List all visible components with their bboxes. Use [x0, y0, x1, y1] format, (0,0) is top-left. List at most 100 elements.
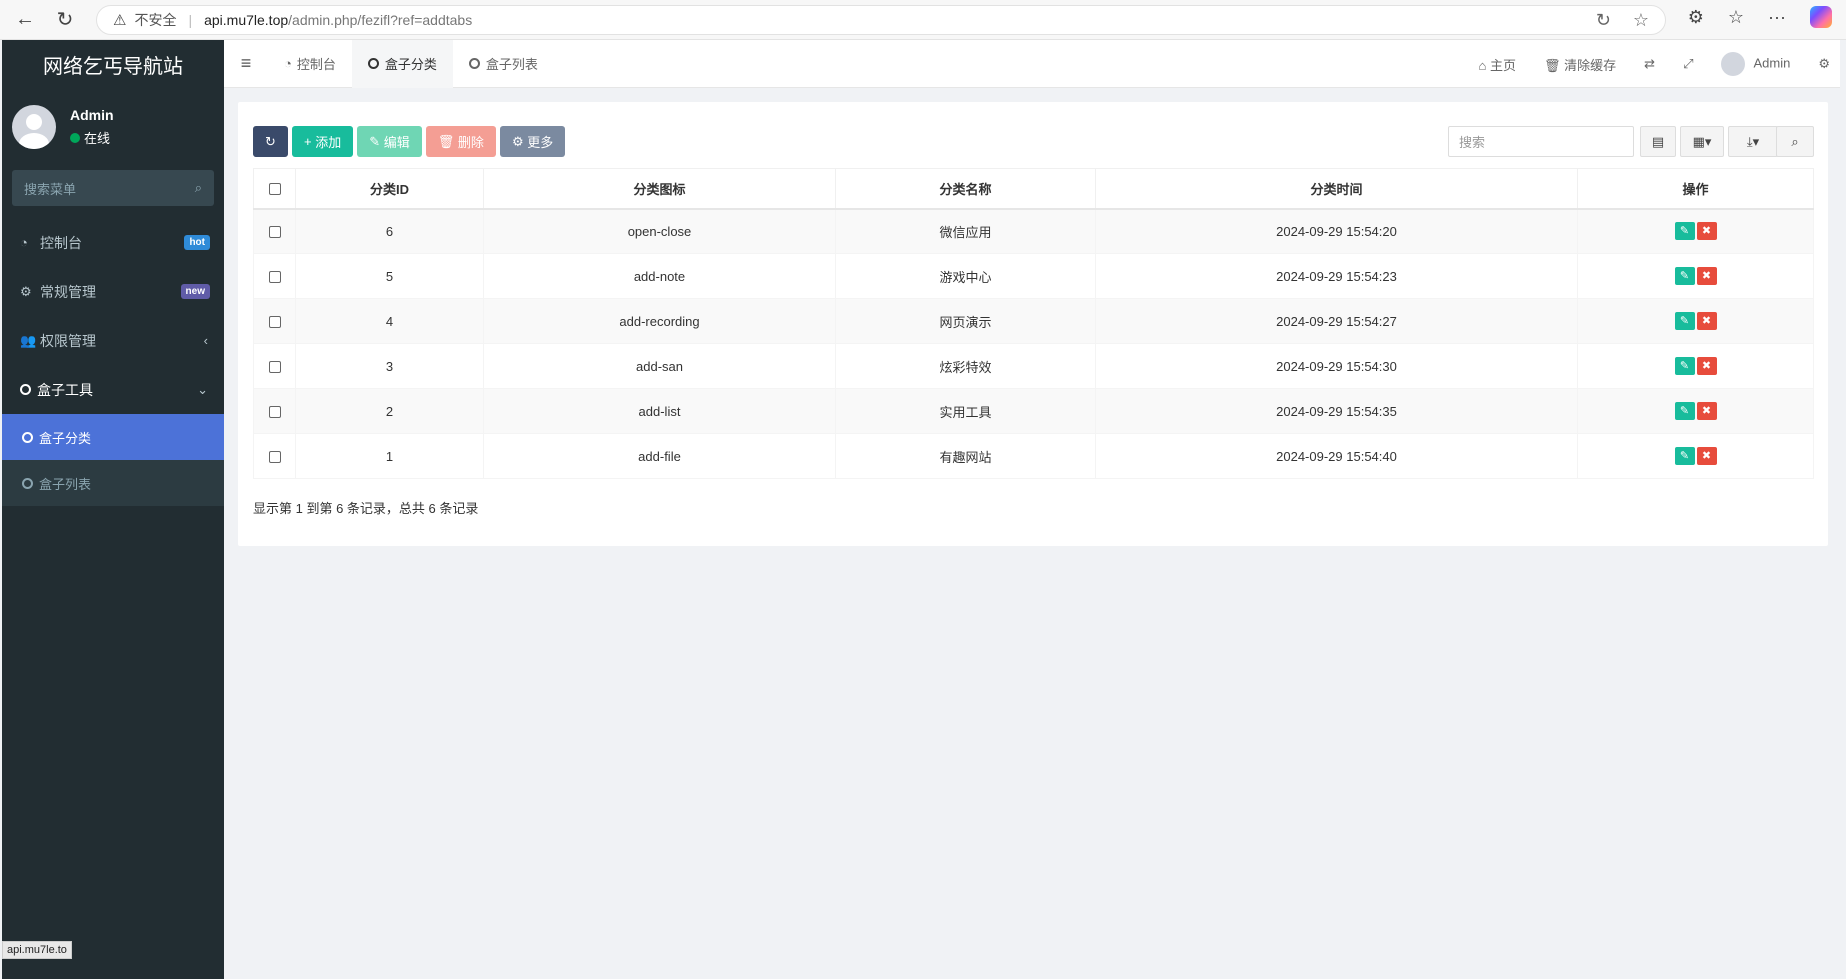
- row-checkbox[interactable]: [268, 271, 281, 284]
- copilot-icon[interactable]: [1810, 6, 1832, 28]
- row-edit-button[interactable]: ✎: [1674, 447, 1695, 465]
- cell-time: 2024-09-29 15:54:20: [1095, 208, 1578, 254]
- search-icon[interactable]: ⌕: [195, 180, 202, 196]
- row-delete-button[interactable]: ✖: [1696, 267, 1717, 285]
- row-edit-button[interactable]: ✎: [1674, 312, 1695, 330]
- table-row[interactable]: 4 add-recording 网页演示 2024-09-29 15:54:27 ✎ ✖: [253, 298, 1814, 344]
- cell-icon: open-close: [483, 208, 836, 254]
- add-button[interactable]: + 添加: [292, 126, 354, 157]
- table-row[interactable]: 2 add-list 实用工具 2024-09-29 15:54:35 ✎ ✖: [253, 388, 1814, 434]
- more-icon[interactable]: ···: [1768, 7, 1786, 28]
- row-edit-button[interactable]: ✎: [1674, 402, 1695, 420]
- row-checkbox[interactable]: [268, 451, 281, 464]
- tab-dashboard[interactable]: ◔ 控制台: [268, 40, 352, 88]
- row-delete-button[interactable]: ✖: [1696, 447, 1717, 465]
- trash-icon: ✖: [1701, 360, 1712, 372]
- export-button[interactable]: ⤓▾: [1728, 126, 1778, 157]
- sidebar-item-dashboard[interactable]: ◔ 控制台 hot: [2, 218, 224, 267]
- sidebar-menu: ◔ 控制台 hot ⚙ 常规管理 new 👥 权限管理 ‹ 盒子工具 ⌄ 盒子分…: [2, 218, 224, 506]
- table-row[interactable]: 3 add-san 炫彩特效 2024-09-29 15:54:30 ✎ ✖: [253, 343, 1814, 389]
- refresh-button[interactable]: ↻: [253, 126, 288, 157]
- online-dot-icon: [70, 132, 80, 143]
- admin-menu[interactable]: Admin: [1721, 52, 1790, 76]
- menu-search-input[interactable]: 搜索菜单 ⌕: [12, 170, 214, 206]
- chevron-down-icon: ⌄: [197, 381, 208, 397]
- pencil-icon: ✎: [369, 133, 381, 149]
- sidebar-item-box-tools[interactable]: 盒子工具 ⌄: [2, 365, 224, 414]
- dashboard-icon: ◔: [284, 56, 292, 71]
- cogs-icon: ⚙: [20, 283, 32, 299]
- refresh-icon: ↻: [265, 133, 276, 149]
- favorites-icon[interactable]: ☆: [1728, 7, 1744, 28]
- sidebar-item-permissions[interactable]: 👥 权限管理 ‹: [2, 316, 224, 365]
- sidebar-item-box-category[interactable]: 盒子分类: [2, 414, 224, 460]
- insecure-label: 不安全: [134, 12, 177, 28]
- user-name: Admin: [70, 107, 114, 123]
- avatar: [12, 105, 56, 149]
- gear-icon: ⚙: [511, 133, 524, 149]
- table-row[interactable]: 1 add-file 有趣网站 2024-09-29 15:54:40 ✎ ✖: [253, 433, 1814, 479]
- cell-name: 有趣网站: [835, 433, 1096, 479]
- tab-box-list[interactable]: 盒子列表: [453, 40, 554, 88]
- cell-actions: ✎ ✖: [1577, 208, 1814, 254]
- table-row[interactable]: 5 add-note 游戏中心 2024-09-29 15:54:23 ✎ ✖: [253, 253, 1814, 299]
- column-header[interactable]: 分类时间: [1095, 168, 1578, 210]
- row-delete-button[interactable]: ✖: [1696, 222, 1717, 241]
- refresh-icon[interactable]: ↻: [50, 5, 80, 35]
- tab-label: 盒子分类: [384, 57, 437, 72]
- row-checkbox[interactable]: [268, 406, 281, 419]
- table-row[interactable]: 6 open-close 微信应用 2024-09-29 15:54:20 ✎ ✖: [253, 208, 1814, 254]
- row-edit-button[interactable]: ✎: [1674, 267, 1695, 285]
- select-all-checkbox[interactable]: [268, 183, 281, 196]
- pencil-icon: ✎: [1679, 405, 1690, 417]
- status-bar-url: api.mu7le.to: [2, 941, 72, 959]
- trash-icon: ✖: [1701, 405, 1712, 417]
- sidebar-item-box-list[interactable]: 盒子列表: [2, 460, 224, 506]
- row-checkbox[interactable]: [268, 361, 281, 374]
- cell-id: 4: [295, 298, 484, 344]
- new-badge: new: [180, 284, 210, 299]
- settings-gear-icon[interactable]: ⚙: [1818, 56, 1830, 72]
- row-delete-button[interactable]: ✖: [1696, 402, 1717, 420]
- cell-actions: ✎ ✖: [1577, 433, 1814, 479]
- user-status-label: 在线: [84, 131, 111, 146]
- row-edit-button[interactable]: ✎: [1674, 357, 1695, 375]
- home-link[interactable]: ⌂ 主页: [1479, 55, 1517, 74]
- tab-box-category[interactable]: 盒子分类: [351, 39, 453, 88]
- row-edit-button[interactable]: ✎: [1674, 222, 1695, 241]
- star-icon[interactable]: ☆: [1633, 10, 1649, 31]
- column-header[interactable]: 分类名称: [835, 168, 1096, 210]
- site-title[interactable]: 网络乞丐导航站: [2, 40, 224, 88]
- row-checkbox[interactable]: [268, 316, 281, 329]
- users-icon: 👥: [20, 332, 37, 348]
- select-all-cell: [253, 168, 296, 210]
- columns-button[interactable]: ▦▾: [1680, 126, 1724, 157]
- column-header: 操作: [1577, 168, 1814, 210]
- more-button[interactable]: ⚙ 更多: [499, 126, 566, 157]
- fullscreen-icon[interactable]: ⤢: [1683, 56, 1693, 72]
- hamburger-icon[interactable]: ≡: [224, 53, 268, 74]
- row-delete-button[interactable]: ✖: [1696, 312, 1717, 330]
- column-header[interactable]: 分类图标: [483, 168, 836, 210]
- translate-icon[interactable]: ⇄: [1644, 56, 1655, 72]
- export-icon: ⤓▾: [1746, 133, 1760, 149]
- sidebar-item-label: 盒子工具: [37, 381, 93, 398]
- sidebar-item-general[interactable]: ⚙ 常规管理 new: [2, 267, 224, 316]
- reader-icon[interactable]: ↻: [1596, 10, 1611, 31]
- table-search-button[interactable]: ⌕: [1776, 126, 1814, 157]
- column-header[interactable]: 分类ID: [295, 168, 484, 210]
- row-select-cell: [253, 298, 296, 344]
- cell-name: 网页演示: [835, 298, 1096, 344]
- row-delete-button[interactable]: ✖: [1696, 357, 1717, 375]
- edit-button[interactable]: ✎ 编辑: [357, 126, 422, 157]
- delete-button[interactable]: 🗑 删除: [425, 126, 496, 157]
- address-bar[interactable]: ⚠ 不安全 | api.mu7le.top /admin.php/fezifl?…: [96, 5, 1666, 35]
- url-path: /admin.php/fezifl?ref=addtabs: [288, 12, 473, 28]
- clear-cache-link[interactable]: 🗑 清除缓存: [1544, 55, 1616, 74]
- table-search-input[interactable]: 搜索: [1448, 126, 1634, 157]
- toggle-view-button[interactable]: ▤: [1640, 126, 1676, 157]
- row-checkbox[interactable]: [268, 226, 281, 239]
- url-host: api.mu7le.top: [204, 12, 289, 28]
- extensions-icon[interactable]: ⚙: [1688, 7, 1704, 28]
- back-arrow-icon[interactable]: ←: [10, 5, 40, 35]
